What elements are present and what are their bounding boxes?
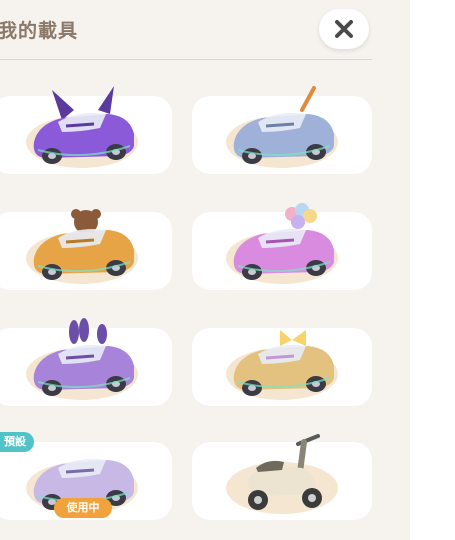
default-badge: 預設 [0, 432, 34, 452]
vehicle-card[interactable] [192, 86, 372, 174]
vehicle-card[interactable] [192, 328, 372, 406]
page-title: 我的載具 [0, 20, 79, 42]
in-use-badge: 使用中 [54, 498, 112, 518]
vehicle-card[interactable] [0, 209, 172, 290]
vehicle-card[interactable] [0, 318, 172, 406]
header-divider [0, 59, 372, 60]
vehicle-card[interactable] [0, 86, 172, 174]
vehicle-card[interactable] [192, 203, 372, 290]
vehicle-panel: 我的載具 預設 使用中 [0, 0, 410, 540]
close-button[interactable] [319, 9, 369, 49]
vehicle-card[interactable] [192, 434, 372, 520]
close-icon [335, 20, 353, 38]
